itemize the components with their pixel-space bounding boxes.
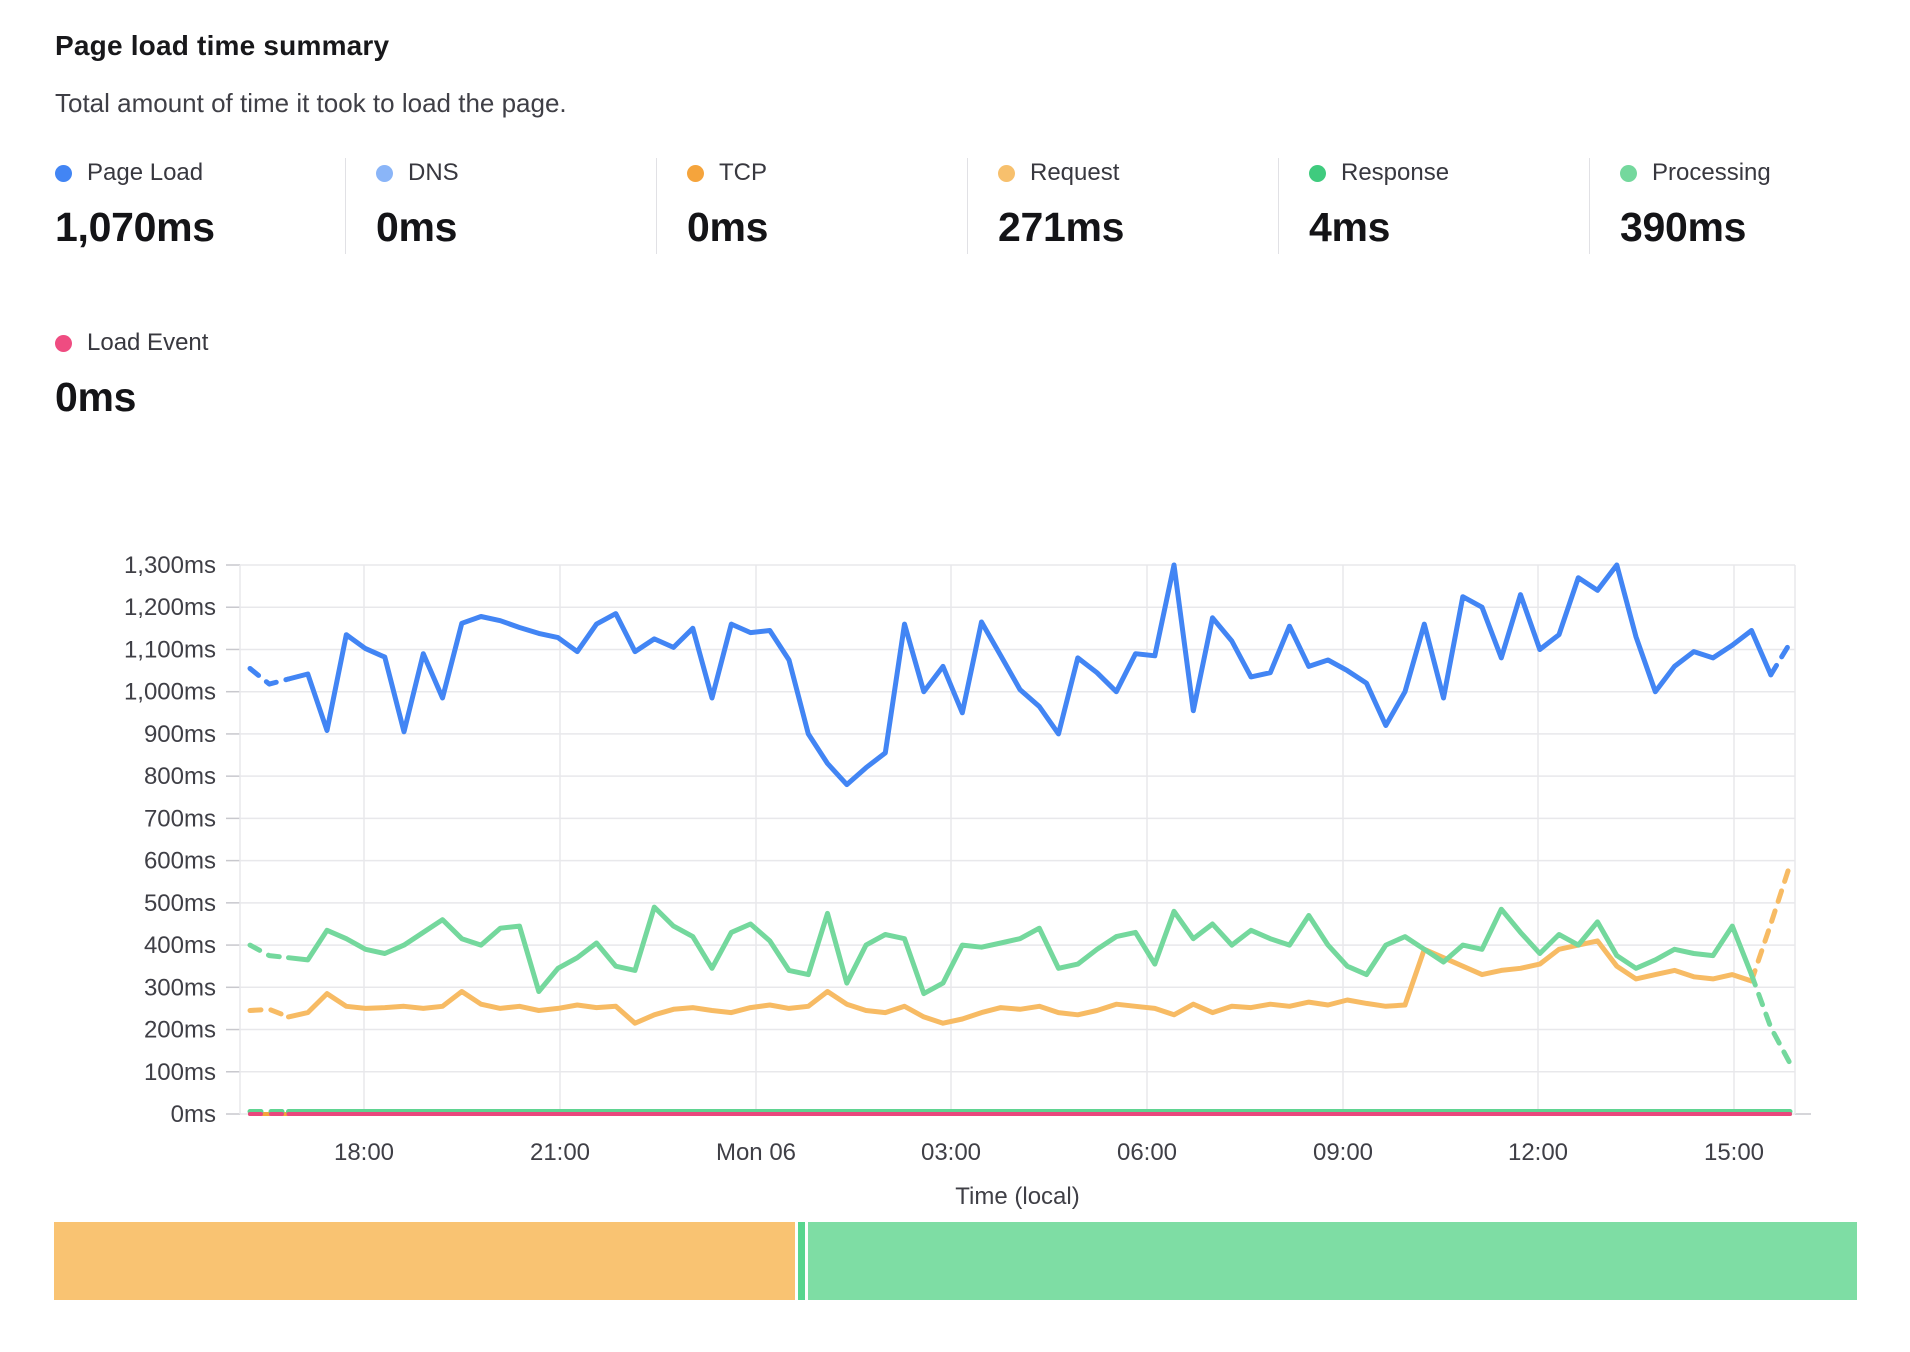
bar-segment-request-period[interactable] (54, 1222, 795, 1300)
y-axis-tick-label: 800ms (144, 763, 216, 790)
page-load-summary-panel: { "header": { "title": "Page load time s… (0, 0, 1910, 1352)
y-axis-tick-label: 1,200ms (124, 594, 216, 621)
bar-segment-response-period[interactable] (808, 1222, 1857, 1300)
series-line-page-load (250, 669, 289, 685)
x-axis-tick-label: Mon 06 (716, 1139, 796, 1166)
y-axis-tick-label: 400ms (144, 932, 216, 959)
y-axis-tick-label: 200ms (144, 1017, 216, 1044)
y-axis-tick-label: 100ms (144, 1059, 216, 1086)
x-axis-tick-label: 12:00 (1508, 1139, 1568, 1166)
y-axis-tick-label: 0ms (171, 1101, 216, 1128)
series-line-request (289, 941, 1752, 1023)
y-axis-tick-label: 700ms (144, 805, 216, 832)
y-axis-tick-label: 300ms (144, 974, 216, 1001)
x-axis-title: Time (local) (955, 1183, 1079, 1210)
x-axis-tick-label: 18:00 (334, 1139, 394, 1166)
series-line-request (1752, 865, 1791, 981)
series-line-processing (250, 945, 289, 958)
x-axis-tick-label: 03:00 (921, 1139, 981, 1166)
x-axis-tick-label: 06:00 (1117, 1139, 1177, 1166)
x-axis-tick-label: 09:00 (1313, 1139, 1373, 1166)
y-axis-tick-label: 1,300ms (124, 552, 216, 579)
x-axis-tick-label: 15:00 (1704, 1139, 1764, 1166)
y-axis-tick-label: 1,100ms (124, 636, 216, 663)
bar-segment-divider-sliver[interactable] (798, 1222, 805, 1300)
page-load-time-chart[interactable]: 0ms 100ms 200ms 300ms 400ms 500ms 600ms 700ms 80… (0, 0, 1910, 1352)
y-axis-tick-label: 1,000ms (124, 679, 216, 706)
y-axis-tick-label: 900ms (144, 721, 216, 748)
time-range-bar[interactable] (54, 1222, 1857, 1300)
x-axis-tick-label: 21:00 (530, 1139, 590, 1166)
series-line-request (250, 1009, 289, 1017)
series-line-page-load (289, 565, 1771, 785)
y-axis-tick-label: 500ms (144, 890, 216, 917)
series-line-processing (289, 907, 1752, 994)
series-line-page-load (1771, 643, 1790, 675)
y-axis-tick-label: 600ms (144, 848, 216, 875)
